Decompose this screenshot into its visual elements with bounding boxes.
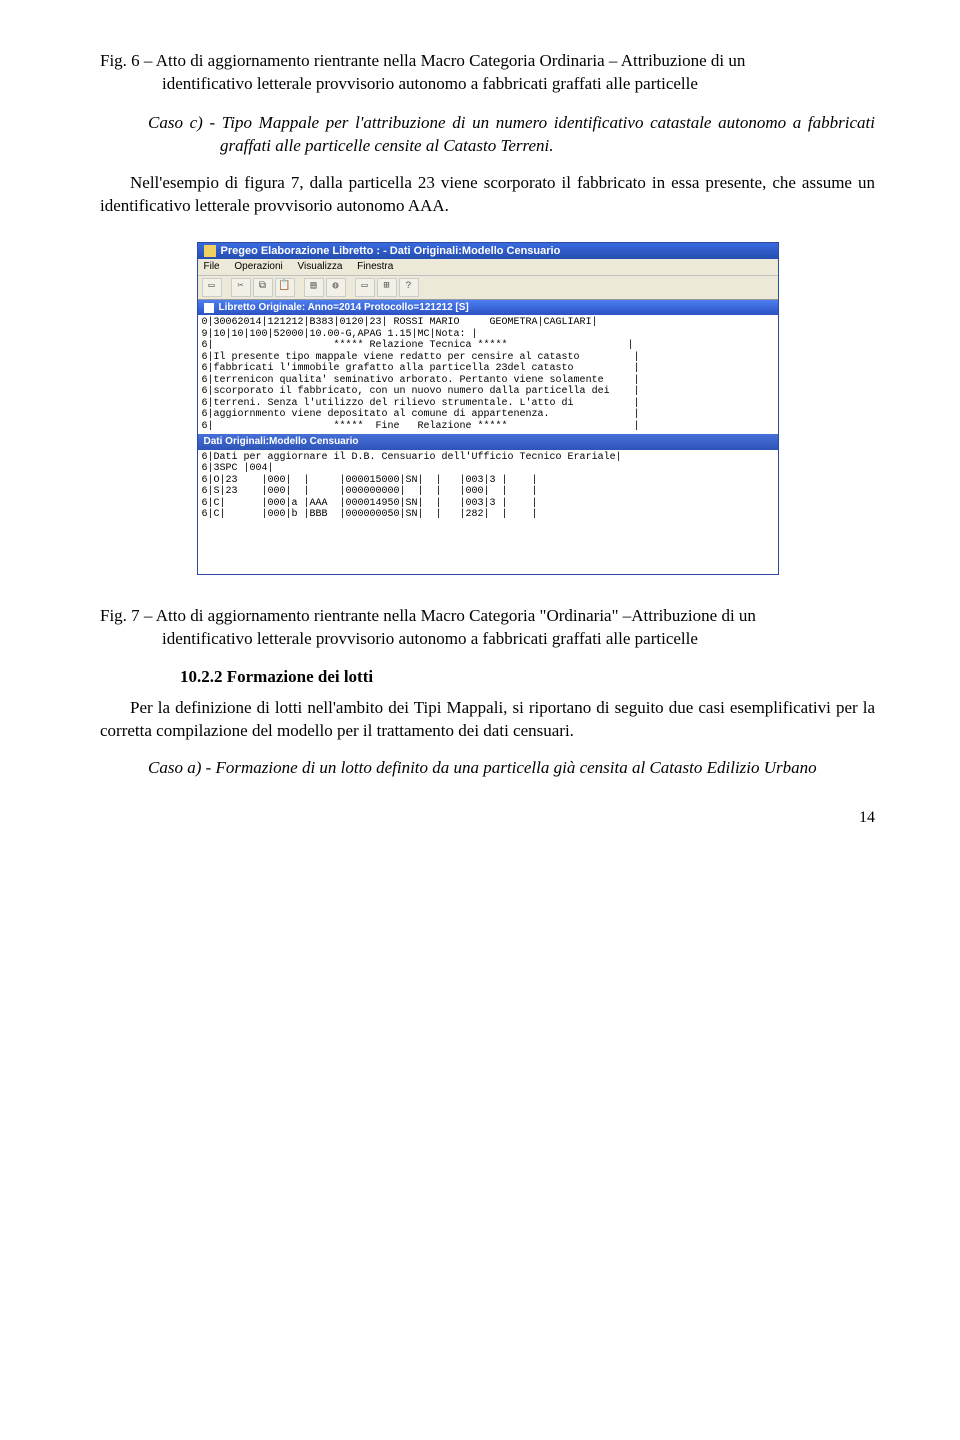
censuario-text-pane: 6|Dati per aggiornare il D.B. Censuario … — [198, 450, 778, 574]
app-icon — [204, 245, 216, 257]
fig6-line2: identificativo letterale provvisorio aut… — [100, 73, 875, 96]
figure-6-caption: Fig. 6 – Atto di aggiornamento rientrant… — [100, 50, 875, 96]
page-number: 14 — [100, 809, 875, 827]
toolbar-open-icon[interactable]: ▭ — [202, 278, 222, 297]
paragraph-lotti: Per la definizione di lotti nell'ambito … — [100, 697, 875, 743]
section-10-2-2-heading: 10.2.2 Formazione dei lotti — [100, 667, 875, 687]
toolbar-button-8[interactable]: ⊞ — [377, 278, 397, 297]
menu-finestra[interactable]: Finestra — [357, 261, 393, 272]
figure-7-caption: Fig. 7 – Atto di aggiornamento rientrant… — [100, 605, 875, 651]
toolbar-paste-icon[interactable]: 📋 — [275, 278, 295, 297]
doc-icon — [204, 303, 214, 313]
caso-c-text: Tipo Mappale per l'attribuzione di un nu… — [220, 113, 875, 155]
paragraph-example-7: Nell'esempio di figura 7, dalla particel… — [100, 172, 875, 218]
caso-a: Caso a) - Formazione di un lotto definit… — [100, 757, 875, 780]
menu-visualizza[interactable]: Visualizza — [298, 261, 343, 272]
menu-file[interactable]: File — [204, 261, 220, 272]
dati-originali-title: Dati Originali:Modello Censuario — [204, 436, 359, 448]
fig6-line1: Fig. 6 – Atto di aggiornamento rientrant… — [100, 51, 745, 70]
fig7-line2: identificativo letterale provvisorio aut… — [100, 628, 875, 651]
toolbar-button-5[interactable]: ▤ — [304, 278, 324, 297]
toolbar-button-7[interactable]: ▭ — [355, 278, 375, 297]
caso-a-lead: Caso a) - — [148, 758, 216, 777]
toolbar-help-icon[interactable]: ? — [399, 278, 419, 297]
caso-c-lead: Caso c) - — [148, 113, 222, 132]
window-title: Pregeo Elaborazione Libretto : - Dati Or… — [221, 245, 561, 258]
libretto-text-pane: 0|30062014|121212|B383|0120|23| ROSSI MA… — [198, 315, 778, 434]
toolbar-copy-icon[interactable]: ⧉ — [253, 278, 273, 297]
pregeo-window: Pregeo Elaborazione Libretto : - Dati Or… — [197, 242, 779, 575]
dati-originali-header: Dati Originali:Modello Censuario — [198, 434, 778, 450]
toolbar-button-6[interactable]: ◍ — [326, 278, 346, 297]
caso-c: Caso c) - Tipo Mappale per l'attribuzion… — [100, 112, 875, 158]
libretto-title: Libretto Originale: Anno=2014 Protocollo… — [219, 302, 469, 314]
fig7-line1: Fig. 7 – Atto di aggiornamento rientrant… — [100, 606, 756, 625]
toolbar-cut-icon[interactable]: ✂ — [231, 278, 251, 297]
toolbar: ▭ ✂ ⧉ 📋 ▤ ◍ ▭ ⊞ ? — [198, 276, 778, 300]
menu-bar: File Operazioni Visualizza Finestra — [198, 259, 778, 276]
libretto-titlebar: Libretto Originale: Anno=2014 Protocollo… — [198, 300, 778, 316]
menu-operazioni[interactable]: Operazioni — [234, 261, 282, 272]
caso-a-text: Formazione di un lotto definito da una p… — [216, 758, 817, 777]
window-titlebar: Pregeo Elaborazione Libretto : - Dati Or… — [198, 243, 778, 260]
